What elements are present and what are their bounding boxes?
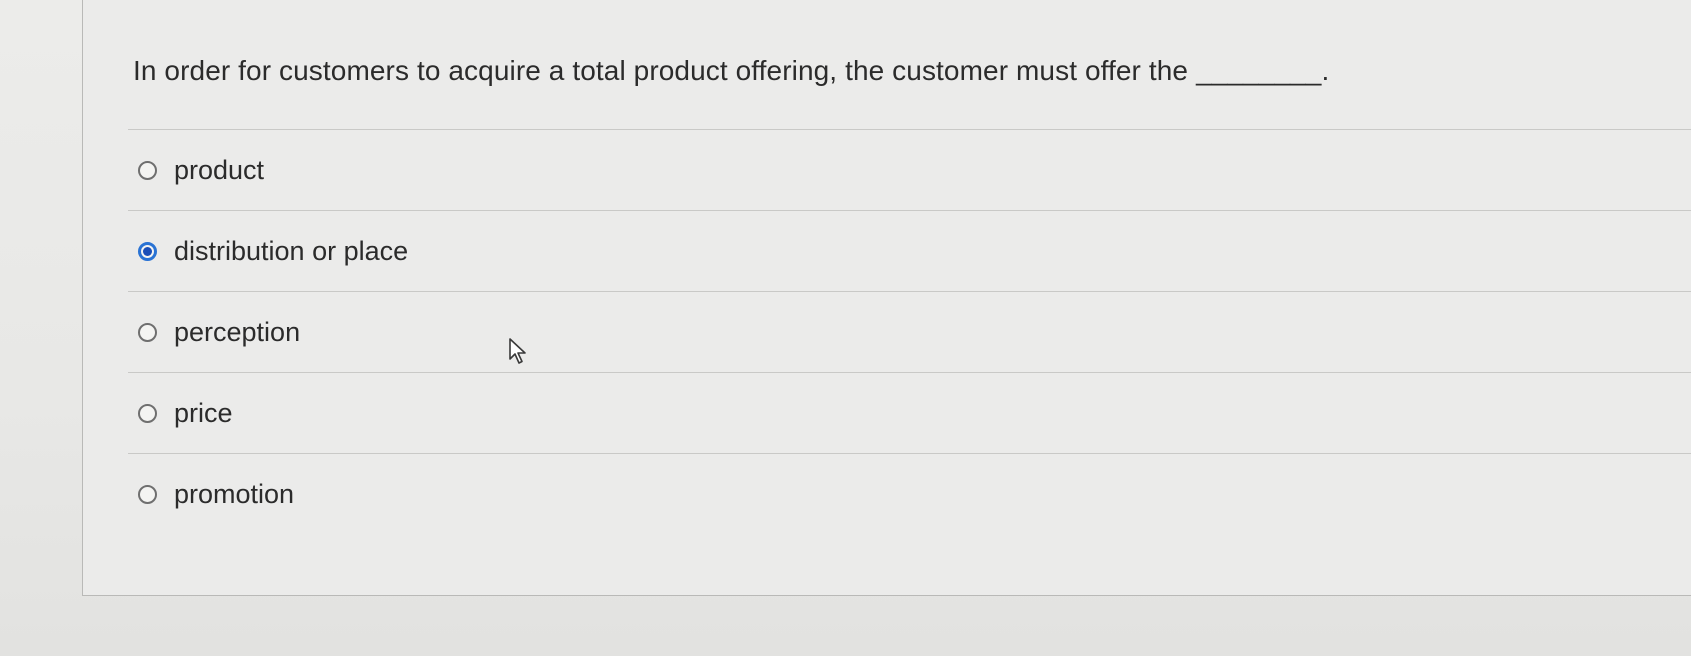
option-product[interactable]: product	[128, 129, 1691, 210]
option-label: distribution or place	[174, 235, 409, 266]
option-distribution-or-place[interactable]: distribution or place	[128, 210, 1691, 291]
radio-button[interactable]	[138, 322, 157, 342]
radio-button[interactable]	[138, 403, 157, 423]
quiz-screen: In order for customers to acquire a tota…	[0, 0, 1691, 656]
option-promotion[interactable]: promotion	[128, 453, 1691, 534]
radio-button[interactable]	[138, 160, 157, 180]
radio-button[interactable]	[138, 484, 157, 504]
question-text: In order for customers to acquire a tota…	[133, 55, 1329, 87]
option-perception[interactable]: perception	[128, 291, 1691, 372]
question-card: In order for customers to acquire a tota…	[82, 0, 1691, 596]
option-label: promotion	[174, 478, 295, 509]
mouse-pointer-icon	[509, 338, 526, 364]
option-label: perception	[174, 316, 301, 347]
option-label: price	[174, 397, 233, 428]
question-blank: ________.	[1196, 55, 1330, 86]
radio-button-selected[interactable]	[138, 241, 157, 261]
option-label: product	[174, 154, 265, 185]
option-price[interactable]: price	[128, 372, 1691, 453]
answer-options: product distribution or place perception…	[128, 129, 1691, 534]
question-prompt: In order for customers to acquire a tota…	[133, 55, 1189, 86]
